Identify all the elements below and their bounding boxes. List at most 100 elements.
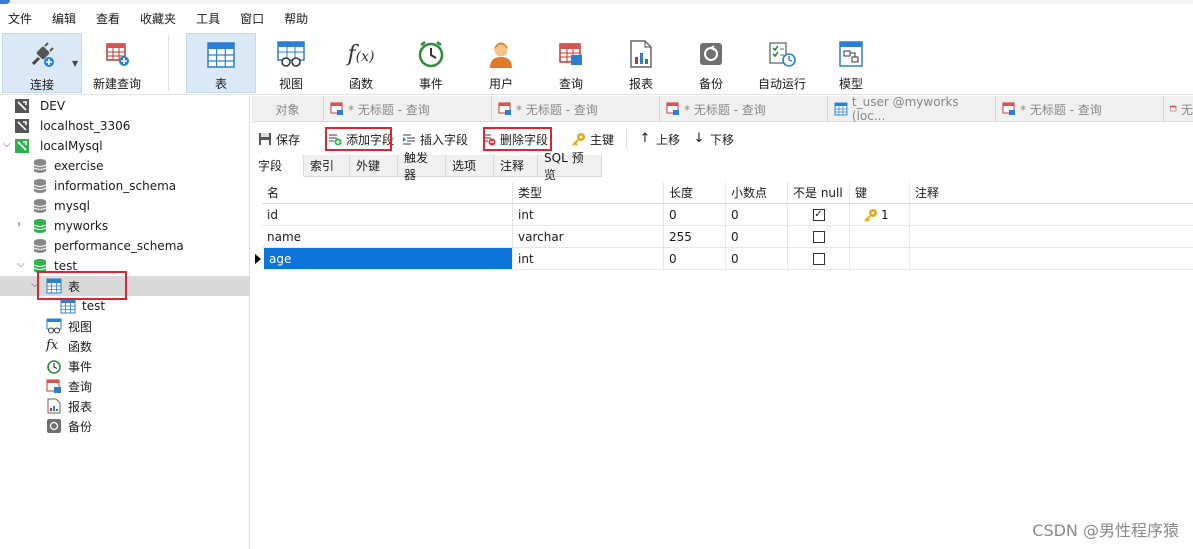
- chevron-right-icon[interactable]: ›: [17, 220, 27, 230]
- menu-file[interactable]: 文件: [0, 10, 44, 27]
- menu-edit[interactable]: 编辑: [44, 10, 88, 27]
- tree-item-localhost[interactable]: localhost_3306: [0, 116, 250, 136]
- database-icon: [33, 199, 47, 213]
- tree-item-performance-schema[interactable]: performance_schema: [0, 236, 250, 256]
- not-null-checkbox[interactable]: ✓: [812, 208, 825, 221]
- new-query-button[interactable]: 新建查询: [88, 33, 146, 93]
- connect-button[interactable]: 连接: [2, 33, 82, 93]
- chevron-down-icon[interactable]: ⌵: [3, 140, 13, 150]
- tab-untitled-query-4[interactable]: * 无标题 - 查询: [996, 96, 1164, 122]
- tab-objects[interactable]: 对象: [252, 96, 324, 122]
- move-down-button[interactable]: ↓ 下移: [692, 128, 734, 150]
- tree-item-exercise[interactable]: exercise: [0, 156, 250, 176]
- menu-favorites[interactable]: 收藏夹: [132, 10, 188, 27]
- header-key[interactable]: 键: [850, 182, 910, 204]
- tab-comment[interactable]: 注释: [494, 155, 538, 177]
- cell-not-null[interactable]: [788, 248, 850, 270]
- tree-item-reports[interactable]: 报表: [0, 396, 250, 416]
- cell-comment[interactable]: [910, 226, 1193, 248]
- event-button[interactable]: 事件: [402, 33, 460, 93]
- cell-key[interactable]: [850, 248, 910, 270]
- database-open-icon: [33, 219, 47, 233]
- tab-untitled-query-1[interactable]: * 无标题 - 查询: [324, 96, 492, 122]
- cell-decimals[interactable]: 0: [726, 248, 788, 270]
- tab-foreign-keys[interactable]: 外键: [350, 155, 398, 177]
- tree-item-events[interactable]: 事件: [0, 356, 250, 376]
- backup-button[interactable]: 备份: [682, 33, 740, 93]
- cell-type[interactable]: int: [513, 248, 664, 270]
- model-button[interactable]: 模型: [822, 33, 880, 93]
- primary-key-button[interactable]: 主键: [572, 128, 614, 150]
- cell-key[interactable]: 1: [850, 204, 910, 226]
- header-name[interactable]: 名: [262, 182, 513, 204]
- chevron-down-icon[interactable]: ⌵: [17, 260, 27, 270]
- user-button[interactable]: 用户: [472, 33, 530, 93]
- cell-key[interactable]: [850, 226, 910, 248]
- cell-name[interactable]: name: [262, 226, 513, 248]
- tab-triggers[interactable]: 触发器: [398, 151, 446, 182]
- cell-type[interactable]: varchar: [513, 226, 664, 248]
- cell-decimals[interactable]: 0: [726, 204, 788, 226]
- cell-type[interactable]: int: [513, 204, 664, 226]
- table-row[interactable]: name varchar 255 0: [252, 226, 1193, 248]
- header-not-null[interactable]: 不是 null: [788, 182, 850, 204]
- new-query-icon: [102, 39, 132, 69]
- report-button[interactable]: 报表: [612, 33, 670, 93]
- cell-not-null[interactable]: [788, 226, 850, 248]
- autorun-button[interactable]: 自动运行: [752, 33, 812, 93]
- tab-untitled-query-3[interactable]: * 无标题 - 查询: [660, 96, 828, 122]
- tree-item-queries[interactable]: 查询: [0, 376, 250, 396]
- table-row[interactable]: id int 0 0 ✓ 1: [252, 204, 1193, 226]
- cell-not-null[interactable]: ✓: [788, 204, 850, 226]
- function-icon: f(x): [347, 41, 375, 67]
- not-null-checkbox[interactable]: [812, 252, 825, 265]
- header-type[interactable]: 类型: [513, 182, 664, 204]
- view-button[interactable]: 视图: [262, 33, 320, 93]
- save-button[interactable]: 保存: [258, 128, 300, 150]
- query-button[interactable]: 查询: [542, 33, 600, 93]
- arrow-down-icon: ↓: [693, 131, 705, 146]
- menu-tools[interactable]: 工具: [188, 10, 232, 27]
- cell-comment[interactable]: [910, 204, 1193, 226]
- cell-comment[interactable]: [910, 248, 1193, 270]
- tree-item-localmysql[interactable]: ⌵ localMysql: [0, 136, 250, 156]
- tree-item-backups[interactable]: 备份: [0, 416, 250, 436]
- table-row-selected[interactable]: age int 0 0: [252, 248, 1193, 270]
- connection-tree[interactable]: DEV localhost_3306 ⌵ localMysql exercise…: [0, 96, 250, 549]
- cell-length[interactable]: 0: [664, 248, 726, 270]
- tab-indexes[interactable]: 索引: [304, 155, 350, 177]
- move-up-button[interactable]: ↑ 上移: [638, 128, 680, 150]
- not-null-checkbox[interactable]: [812, 230, 825, 243]
- tab-sql-preview[interactable]: SQL 预览: [538, 151, 602, 182]
- connect-dropdown-icon[interactable]: ▼: [72, 59, 78, 68]
- tab-fields[interactable]: 字段: [252, 155, 304, 177]
- menu-help[interactable]: 帮助: [276, 10, 320, 27]
- query-icon: [1170, 105, 1177, 112]
- insert-field-button[interactable]: 插入字段: [402, 128, 468, 150]
- menu-window[interactable]: 窗口: [232, 10, 276, 27]
- query-icon: [1002, 102, 1015, 115]
- cell-decimals[interactable]: 0: [726, 226, 788, 248]
- table-button[interactable]: 表: [186, 33, 256, 93]
- tree-item-information-schema[interactable]: information_schema: [0, 176, 250, 196]
- function-button[interactable]: f(x) 函数: [332, 33, 390, 93]
- header-length[interactable]: 长度: [664, 182, 726, 204]
- tree-item-mysql[interactable]: mysql: [0, 196, 250, 216]
- tab-t-user[interactable]: t_user @myworks (loc...: [828, 95, 996, 123]
- tab-untitled-query-2[interactable]: * 无标题 - 查询: [492, 96, 660, 122]
- cell-length[interactable]: 255: [664, 226, 726, 248]
- cell-name[interactable]: id: [262, 204, 513, 226]
- cell-name[interactable]: age: [264, 248, 513, 270]
- header-comment[interactable]: 注释: [910, 182, 1193, 204]
- tree-item-views[interactable]: 视图: [0, 316, 250, 336]
- tree-item-functions[interactable]: fx 函数: [0, 336, 250, 356]
- tab-options[interactable]: 选项: [446, 155, 494, 177]
- connection-active-icon: [15, 139, 29, 153]
- tab-untitled-query-5[interactable]: 无: [1164, 96, 1193, 122]
- tree-item-dev[interactable]: DEV: [0, 96, 250, 116]
- header-decimals[interactable]: 小数点: [726, 182, 788, 204]
- query-icon: [666, 102, 679, 115]
- tree-item-myworks[interactable]: › myworks: [0, 216, 250, 236]
- menu-view[interactable]: 查看: [88, 10, 132, 27]
- cell-length[interactable]: 0: [664, 204, 726, 226]
